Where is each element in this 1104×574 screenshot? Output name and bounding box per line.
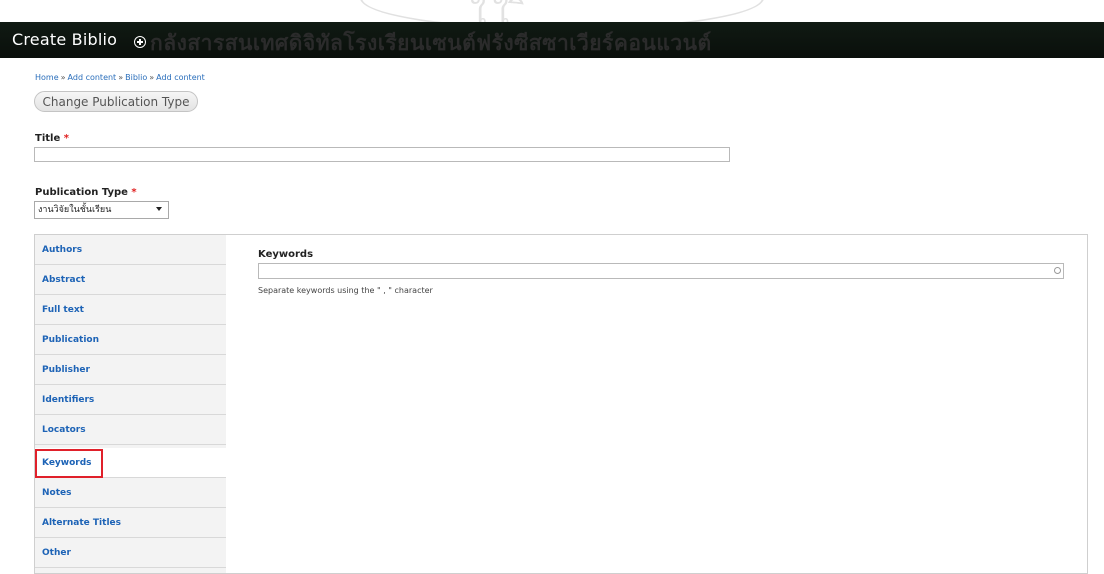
- tab-keywords-highlighted-label[interactable]: Keywords: [37, 451, 101, 476]
- change-publication-type-button[interactable]: Change Publication Type: [34, 91, 198, 112]
- add-shortcut-icon[interactable]: [134, 36, 146, 48]
- watermark-arc: [360, 0, 764, 22]
- publication-type-label-text: Publication Type: [35, 187, 128, 198]
- publication-type-value: งานวิจัยในชั้นเรียน: [38, 205, 112, 215]
- tab-full-text[interactable]: Full text: [35, 295, 226, 325]
- title-label-text: Title: [35, 133, 61, 144]
- breadcrumb-add-content-current[interactable]: Add content: [156, 73, 205, 82]
- tab-locators[interactable]: Locators: [35, 415, 226, 445]
- tab-identifiers[interactable]: Identifiers: [35, 385, 226, 415]
- required-marker: *: [131, 187, 137, 198]
- autocomplete-throbber-icon: [1054, 267, 1061, 274]
- tab-publication[interactable]: Publication: [35, 325, 226, 355]
- publication-type-label: Publication Type *: [35, 187, 137, 198]
- tab-abstract[interactable]: Abstract: [35, 265, 226, 295]
- keywords-input[interactable]: [258, 263, 1064, 279]
- breadcrumb: Home» Add content» Biblio» Add content: [35, 73, 205, 82]
- breadcrumb-separator: »: [149, 73, 155, 82]
- breadcrumb-home[interactable]: Home: [35, 73, 59, 82]
- keywords-description: Separate keywords using the " , " charac…: [258, 286, 433, 295]
- title-input[interactable]: [34, 147, 730, 162]
- tab-other[interactable]: Other: [35, 538, 226, 568]
- watermark-text: กลังสารสนเทศดิจิทัลโรงเรียนเซนต์ฟรังซีสซ…: [150, 31, 712, 55]
- breadcrumb-biblio[interactable]: Biblio: [125, 73, 147, 82]
- breadcrumb-add-content[interactable]: Add content: [68, 73, 117, 82]
- dropdown-arrow-icon: [156, 207, 162, 211]
- breadcrumb-separator: »: [60, 73, 66, 82]
- title-label: Title *: [35, 133, 69, 144]
- breadcrumb-separator: »: [118, 73, 124, 82]
- page-header: Create Biblio กลังสารสนเทศดิจิทัลโรงเรีย…: [0, 22, 1104, 58]
- keywords-pane: [226, 234, 1088, 574]
- tab-authors[interactable]: Authors: [35, 235, 226, 265]
- page-title: Create Biblio: [12, 30, 118, 49]
- tab-alternate-titles[interactable]: Alternate Titles: [35, 508, 226, 538]
- watermark-glyph: ใใ ิ: [470, 0, 533, 22]
- watermark-logo: ใใ ิ: [300, 0, 820, 22]
- publication-type-select[interactable]: งานวิจัยในชั้นเรียน: [34, 201, 169, 219]
- required-marker: *: [63, 133, 69, 144]
- tab-notes[interactable]: Notes: [35, 478, 226, 508]
- tab-publisher[interactable]: Publisher: [35, 355, 226, 385]
- keywords-label: Keywords: [258, 249, 314, 260]
